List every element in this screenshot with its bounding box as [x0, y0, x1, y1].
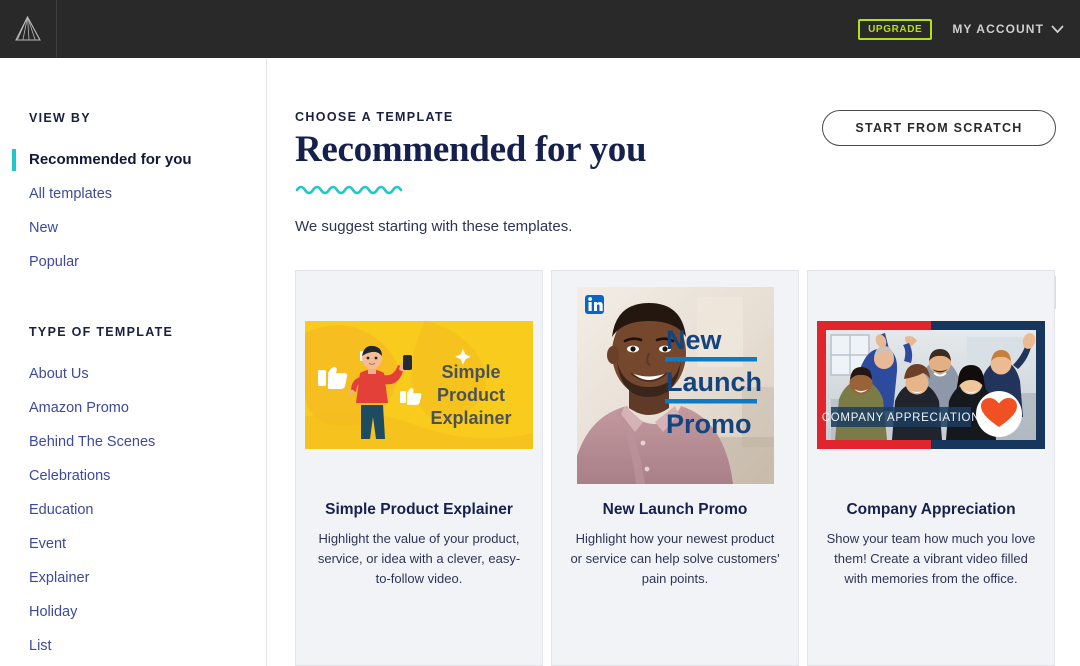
sidebar-item-all-templates[interactable]: All templates: [0, 177, 266, 211]
sidebar-item-holiday[interactable]: Holiday: [0, 595, 266, 629]
svg-text:Launch: Launch: [666, 367, 762, 397]
new-launch-promo-thumbnail-icon: New Launch Promo: [576, 286, 774, 484]
sidebar-item-label: Event: [29, 536, 67, 552]
template-thumbnail-wrapper: COMPANY APPRECIATION: [808, 271, 1054, 499]
template-thumbnail-wrapper: Simple Product Explainer: [296, 271, 542, 499]
breadcrumb-eyebrow: CHOOSE A TEMPLATE: [295, 110, 454, 124]
sidebar-item-label: Popular: [29, 254, 79, 270]
sidebar-item-about-us[interactable]: About Us: [0, 357, 266, 391]
sidebar-item-label: All templates: [29, 186, 113, 202]
sidebar-item-label: New: [29, 220, 59, 236]
main-header: CHOOSE A TEMPLATE Recommended for you We…: [295, 110, 1056, 235]
sidebar-item-label: Celebrations: [29, 468, 111, 484]
sidebar-item-recommended-for-you[interactable]: Recommended for you: [0, 143, 266, 177]
squiggle-underline-icon: [295, 185, 403, 195]
svg-text:Promo: Promo: [666, 409, 752, 439]
sidebar-item-label: Education: [29, 502, 94, 518]
sidebar: VIEW BY Recommended for you All template…: [0, 58, 267, 666]
chevron-down-icon: [1051, 25, 1064, 33]
template-card-company-appreciation[interactable]: COMPANY APPRECIATION Company Appreciatio…: [807, 270, 1055, 666]
topbar-actions: UPGRADE MY ACCOUNT: [858, 0, 1080, 58]
sidebar-item-label: Amazon Promo: [29, 400, 129, 416]
template-card-new-launch-promo[interactable]: New Launch Promo New Launch Promo Highli…: [551, 270, 799, 666]
svg-text:Explainer: Explainer: [430, 408, 511, 428]
svg-text:New: New: [666, 325, 723, 355]
simple-product-explainer-thumbnail-icon: Simple Product Explainer: [305, 321, 533, 449]
template-card-description: Highlight the value of your product, ser…: [317, 531, 521, 587]
main-content: CHOOSE A TEMPLATE Recommended for you We…: [267, 58, 1080, 666]
my-account-menu[interactable]: MY ACCOUNT: [952, 22, 1064, 36]
sidebar-item-event[interactable]: Event: [0, 527, 266, 561]
sidebar-item-explainer[interactable]: Explainer: [0, 561, 266, 595]
template-thumbnail-wrapper: New Launch Promo: [552, 271, 798, 499]
template-card-description: Highlight how your newest product or ser…: [570, 531, 780, 587]
upgrade-button[interactable]: UPGRADE: [858, 18, 933, 40]
sidebar-item-list[interactable]: List: [0, 629, 266, 663]
sidebar-item-education[interactable]: Education: [0, 493, 266, 527]
template-card-simple-product-explainer[interactable]: Simple Product Explainer Simple Product …: [295, 270, 543, 666]
sidebar-item-popular[interactable]: Popular: [0, 245, 266, 279]
sidebar-item-label: Behind The Scenes: [29, 434, 156, 450]
sidebar-heading-view-by: VIEW BY: [29, 111, 91, 125]
sidebar-item-celebrations[interactable]: Celebrations: [0, 459, 266, 493]
template-card-title: Company Appreciation: [846, 501, 1016, 518]
sidebar-item-amazon-promo[interactable]: Amazon Promo: [0, 391, 266, 425]
sidebar-item-label: Holiday: [29, 604, 78, 620]
template-card-grid: Simple Product Explainer Simple Product …: [295, 270, 1080, 666]
sidebar-item-label: List: [29, 638, 52, 654]
sidebar-item-label: Explainer: [29, 570, 90, 586]
sidebar-item-new[interactable]: New: [0, 211, 266, 245]
sidebar-item-behind-the-scenes[interactable]: Behind The Scenes: [0, 425, 266, 459]
svg-text:Simple: Simple: [441, 362, 500, 382]
svg-text:Product: Product: [437, 385, 505, 405]
vyond-fan-logo-icon: [15, 15, 41, 41]
sidebar-heading-type-of-template: TYPE OF TEMPLATE: [29, 325, 174, 339]
template-card-description: Show your team how much you love them! C…: [826, 531, 1036, 587]
page-title: Recommended for you: [295, 129, 647, 170]
template-card-title: New Launch Promo: [602, 501, 748, 518]
app-logo[interactable]: [0, 0, 57, 58]
top-navigation-bar: UPGRADE MY ACCOUNT: [0, 0, 1080, 58]
company-appreciation-thumbnail-icon: COMPANY APPRECIATION: [817, 321, 1045, 449]
page-body: VIEW BY Recommended for you All template…: [0, 58, 1080, 666]
page-heading-group: CHOOSE A TEMPLATE Recommended for you We…: [295, 110, 647, 235]
sidebar-item-label: About Us: [29, 366, 89, 382]
template-card-title: Simple Product Explainer: [325, 501, 513, 518]
svg-text:COMPANY APPRECIATION: COMPANY APPRECIATION: [822, 412, 980, 424]
start-from-scratch-button[interactable]: START FROM SCRATCH: [822, 110, 1056, 146]
my-account-label: MY ACCOUNT: [952, 22, 1044, 36]
page-subtitle: We suggest starting with these templates…: [295, 217, 573, 235]
sidebar-item-label: Recommended for you: [29, 151, 192, 168]
